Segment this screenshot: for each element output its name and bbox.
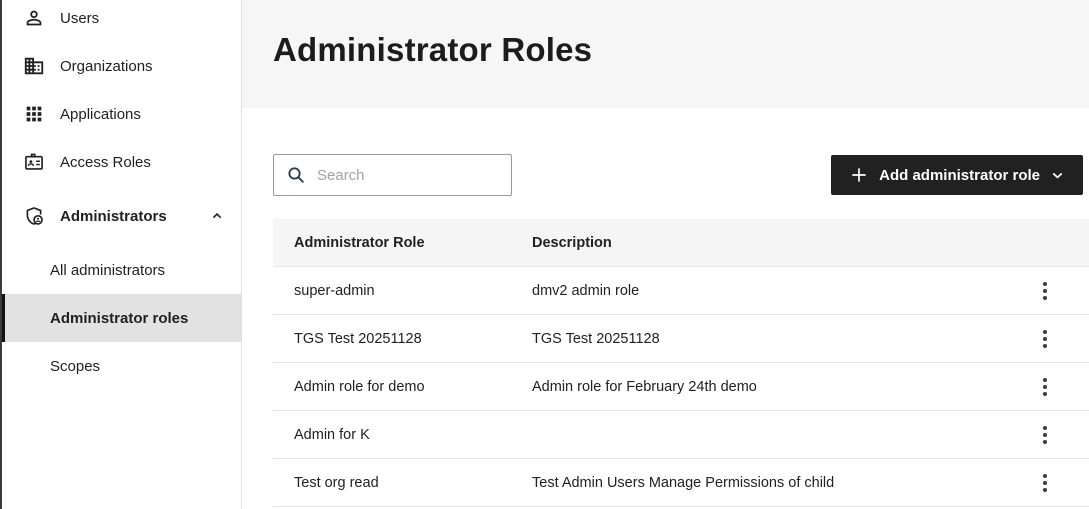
kebab-icon — [1043, 425, 1047, 430]
sidebar-subitem-label: Scopes — [50, 357, 101, 375]
person-icon — [22, 6, 46, 30]
sidebar-item-administrator-roles[interactable]: Administrator roles — [0, 294, 241, 342]
table-header-row: Administrator Role Description — [273, 219, 1089, 267]
sidebar-item-label: Organizations — [60, 57, 153, 75]
search-icon — [288, 167, 304, 183]
apps-grid-icon — [22, 102, 46, 126]
row-actions-menu-button[interactable] — [1033, 420, 1057, 450]
kebab-icon — [1043, 377, 1047, 382]
sidebar-item-scopes[interactable]: Scopes — [2, 342, 241, 390]
row-actions-menu-button[interactable] — [1033, 372, 1057, 402]
cell-role: TGS Test 20251128 — [294, 330, 422, 347]
row-actions-menu-button[interactable] — [1033, 324, 1057, 354]
sidebar-subitem-label: Administrator roles — [50, 309, 189, 327]
cell-role: Test org read — [294, 474, 379, 491]
page-header: Administrator Roles — [242, 0, 1089, 108]
sidebar-item-organizations[interactable]: Organizations — [2, 42, 241, 90]
cell-role: Admin for K — [294, 426, 370, 443]
cell-description: TGS Test 20251128 — [532, 330, 660, 347]
left-edge-strip — [0, 0, 2, 509]
plus-icon — [852, 168, 866, 182]
sidebar-item-label: Administrators — [60, 207, 167, 225]
column-header-description: Description — [532, 234, 612, 251]
cell-description: Test Admin Users Manage Permissions of c… — [532, 474, 835, 491]
shield-person-icon — [22, 204, 46, 228]
sidebar: Users Organizations Applications Access … — [0, 0, 242, 509]
table-row[interactable]: Admin role for demo Admin role for Febru… — [273, 363, 1089, 411]
search-input[interactable] — [315, 165, 499, 185]
table-row[interactable]: TGS Test 20251128 TGS Test 20251128 — [273, 315, 1089, 363]
sidebar-item-all-administrators[interactable]: All administrators — [2, 246, 241, 294]
chevron-down-icon — [1052, 172, 1063, 179]
sidebar-item-applications[interactable]: Applications — [2, 90, 241, 138]
app-root: Users Organizations Applications Access … — [0, 0, 1089, 509]
administrator-roles-table: Administrator Role Description super-adm… — [273, 219, 1089, 507]
cell-role: Admin role for demo — [294, 378, 425, 395]
kebab-icon — [1043, 473, 1047, 478]
sidebar-item-access-roles[interactable]: Access Roles — [2, 138, 241, 186]
table-row[interactable]: Test org read Test Admin Users Manage Pe… — [273, 459, 1089, 507]
table-row[interactable]: Admin for K — [273, 411, 1089, 459]
search-box[interactable] — [273, 154, 512, 196]
add-administrator-role-button[interactable]: Add administrator role — [831, 155, 1083, 195]
sidebar-item-label: Access Roles — [60, 153, 151, 171]
kebab-icon — [1043, 329, 1047, 334]
sidebar-item-administrators[interactable]: Administrators — [2, 192, 241, 240]
page-title: Administrator Roles — [273, 31, 593, 68]
cell-role: super-admin — [294, 282, 375, 299]
main-content: Administrator Roles Add administrator ro… — [242, 0, 1089, 509]
sidebar-item-label: Applications — [60, 105, 141, 123]
table-row[interactable]: super-admin dmv2 admin role — [273, 267, 1089, 315]
sidebar-item-label: Users — [60, 9, 100, 27]
column-header-administrator-role: Administrator Role — [294, 234, 425, 251]
cell-description: dmv2 admin role — [532, 282, 640, 299]
toolbar: Add administrator role — [273, 154, 1083, 196]
building-icon — [22, 54, 46, 78]
kebab-icon — [1043, 281, 1047, 286]
content-area: Add administrator role Administrator Rol… — [242, 108, 1089, 509]
row-actions-menu-button[interactable] — [1033, 276, 1057, 306]
sidebar-item-users[interactable]: Users — [2, 0, 241, 42]
cell-description: Admin role for February 24th demo — [532, 378, 757, 395]
chevron-up-icon — [212, 212, 222, 219]
badge-icon — [22, 150, 46, 174]
sidebar-subitem-label: All administrators — [50, 261, 166, 279]
add-button-label: Add administrator role — [879, 166, 1040, 184]
row-actions-menu-button[interactable] — [1033, 468, 1057, 498]
